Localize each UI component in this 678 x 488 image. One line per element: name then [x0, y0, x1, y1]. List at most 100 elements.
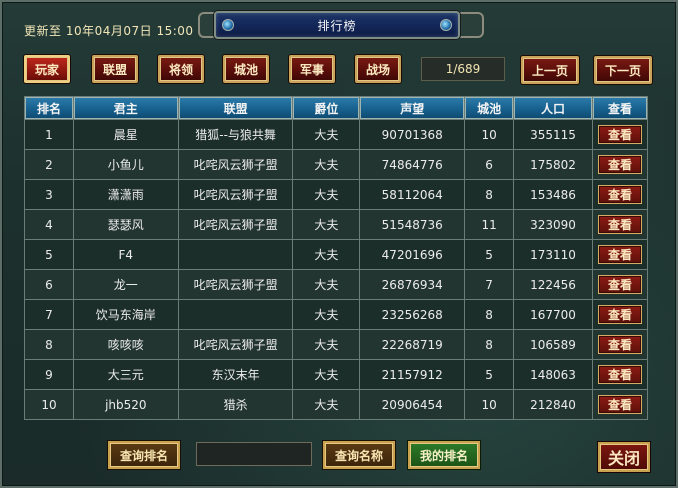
my-rank-button[interactable]: 我的排名	[408, 441, 480, 469]
cell-lord: 饮马东海岸	[73, 300, 178, 329]
tab-cities[interactable]: 城池	[223, 55, 269, 83]
cell-population: 323090	[514, 210, 592, 239]
cell-lord: 潇潇雨	[73, 180, 178, 209]
col-header-lord: 君主	[73, 97, 178, 119]
table-row: 10 jhb520 猎杀 大夫 20906454 10 212840 查看	[25, 390, 647, 419]
gem-icon	[222, 19, 234, 31]
table-row: 4 瑟瑟风 叱咤风云狮子盟 大夫 51548736 11 323090 查看	[25, 210, 647, 239]
cell-alliance: 叱咤风云狮子盟	[178, 270, 293, 299]
cell-cities: 5	[465, 360, 514, 389]
view-button[interactable]: 查看	[597, 395, 642, 414]
cell-lord: jhb520	[73, 390, 178, 419]
cell-lord: 咳咳咳	[73, 330, 178, 359]
view-button[interactable]: 查看	[597, 365, 642, 384]
cell-title: 大夫	[293, 210, 360, 239]
cell-rank: 2	[25, 150, 73, 179]
gem-icon	[440, 19, 452, 31]
view-button[interactable]: 查看	[597, 185, 642, 204]
view-button[interactable]: 查看	[597, 275, 642, 294]
col-header-title: 爵位	[293, 97, 360, 119]
col-header-rank: 排名	[25, 97, 73, 119]
cell-view: 查看	[592, 270, 647, 299]
cell-title: 大夫	[293, 120, 360, 149]
tab-generals[interactable]: 将领	[158, 55, 204, 83]
cell-alliance: 叱咤风云狮子盟	[178, 330, 293, 359]
cell-alliance	[178, 300, 293, 329]
cell-cities: 8	[465, 300, 514, 329]
table-header: 排名 君主 联盟 爵位 声望 城池 人口 查看	[25, 97, 647, 119]
cell-rank: 4	[25, 210, 73, 239]
cell-cities: 8	[465, 180, 514, 209]
cell-title: 大夫	[293, 240, 360, 269]
cell-cities: 7	[465, 270, 514, 299]
cell-lord: 晨星	[73, 120, 178, 149]
cell-rank: 10	[25, 390, 73, 419]
cell-cities: 8	[465, 330, 514, 359]
tab-players[interactable]: 玩家	[24, 55, 70, 83]
cell-view: 查看	[592, 300, 647, 329]
cell-prestige: 51548736	[360, 210, 465, 239]
tab-battlefield[interactable]: 战场	[355, 55, 401, 83]
cell-cities: 10	[465, 120, 514, 149]
cell-prestige: 47201696	[360, 240, 465, 269]
search-input[interactable]	[196, 442, 312, 466]
cell-prestige: 90701368	[360, 120, 465, 149]
view-button[interactable]: 查看	[597, 245, 642, 264]
cell-cities: 11	[465, 210, 514, 239]
cell-view: 查看	[592, 360, 647, 389]
query-name-button[interactable]: 查询名称	[323, 441, 395, 469]
col-header-alliance: 联盟	[178, 97, 293, 119]
table-row: 1 晨星 猎狐--与狼共舞 大夫 90701368 10 355115 查看	[25, 120, 647, 149]
col-header-prestige: 声望	[360, 97, 465, 119]
cell-rank: 1	[25, 120, 73, 149]
view-button[interactable]: 查看	[597, 215, 642, 234]
cell-population: 153486	[514, 180, 592, 209]
next-page-button[interactable]: 下一页	[594, 56, 652, 84]
cell-population: 167700	[514, 300, 592, 329]
cell-alliance: 叱咤风云狮子盟	[178, 210, 293, 239]
cell-prestige: 21157912	[360, 360, 465, 389]
cell-lord: 大三元	[73, 360, 178, 389]
cell-view: 查看	[592, 240, 647, 269]
cell-rank: 3	[25, 180, 73, 209]
cell-view: 查看	[592, 120, 647, 149]
view-button[interactable]: 查看	[597, 155, 642, 174]
cell-lord: 龙一	[73, 270, 178, 299]
tab-military[interactable]: 军事	[289, 55, 335, 83]
title-bar: 排行榜	[214, 11, 460, 39]
cell-title: 大夫	[293, 360, 360, 389]
view-button[interactable]: 查看	[597, 335, 642, 354]
ranking-table: 排名 君主 联盟 爵位 声望 城池 人口 查看 1 晨星 猎狐--与狼共舞 大夫…	[24, 96, 648, 420]
table-row: 8 咳咳咳 叱咤风云狮子盟 大夫 22268719 8 106589 查看	[25, 330, 647, 359]
cell-title: 大夫	[293, 330, 360, 359]
cell-alliance: 叱咤风云狮子盟	[178, 180, 293, 209]
cell-view: 查看	[592, 390, 647, 419]
cell-prestige: 74864776	[360, 150, 465, 179]
view-button[interactable]: 查看	[597, 305, 642, 324]
title-ornament-right	[460, 12, 484, 38]
cell-population: 122456	[514, 270, 592, 299]
cell-prestige: 20906454	[360, 390, 465, 419]
tab-alliances[interactable]: 联盟	[92, 55, 138, 83]
prev-page-button[interactable]: 上一页	[521, 56, 579, 84]
cell-alliance: 叱咤风云狮子盟	[178, 150, 293, 179]
query-rank-button[interactable]: 查询排名	[108, 441, 180, 469]
cell-title: 大夫	[293, 180, 360, 209]
cell-title: 大夫	[293, 390, 360, 419]
table-row: 9 大三元 东汉末年 大夫 21157912 5 148063 查看	[25, 360, 647, 389]
cell-title: 大夫	[293, 300, 360, 329]
cell-rank: 9	[25, 360, 73, 389]
cell-cities: 10	[465, 390, 514, 419]
panel-title: 排行榜	[317, 18, 357, 33]
col-header-population: 人口	[514, 97, 592, 119]
cell-population: 148063	[514, 360, 592, 389]
cell-alliance	[178, 240, 293, 269]
cell-view: 查看	[592, 150, 647, 179]
close-button[interactable]: 关闭	[598, 442, 650, 472]
cell-lord: 小鱼儿	[73, 150, 178, 179]
table-row: 6 龙一 叱咤风云狮子盟 大夫 26876934 7 122456 查看	[25, 270, 647, 299]
cell-alliance: 猎狐--与狼共舞	[178, 120, 293, 149]
table-row: 2 小鱼儿 叱咤风云狮子盟 大夫 74864776 6 175802 查看	[25, 150, 647, 179]
view-button[interactable]: 查看	[597, 125, 642, 144]
table-row: 3 潇潇雨 叱咤风云狮子盟 大夫 58112064 8 153486 查看	[25, 180, 647, 209]
